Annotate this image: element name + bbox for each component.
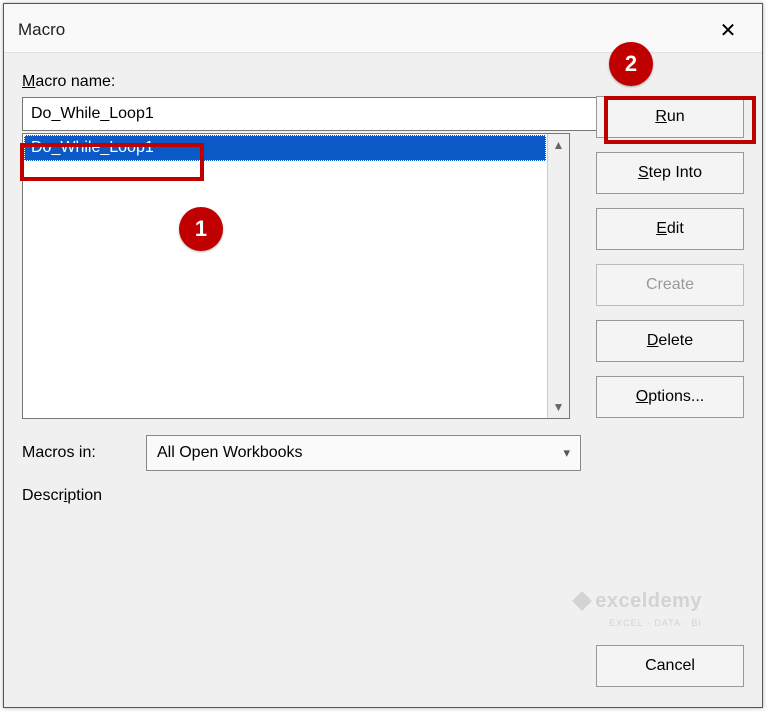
description-row: Description [22,487,744,505]
edit-button[interactable]: Edit [596,208,744,250]
macros-in-combo[interactable]: All Open Workbooks ▾ [146,435,581,471]
macro-list[interactable]: Do_While_Loop1 ▲ ▼ [22,133,570,419]
macros-in-row: MMacros in: All Open Workbooks ▾ [22,435,744,471]
cancel-button[interactable]: Cancel [596,645,744,687]
chevron-down-icon: ▾ [563,445,570,461]
delete-button[interactable]: Delete [596,320,744,362]
scrollbar[interactable]: ▲ ▼ [547,134,569,418]
macro-name-accel: M [22,73,35,90]
titlebar: Macro ✕ [4,4,762,53]
watermark-logo-icon [572,591,592,611]
create-button: Create [596,264,744,306]
dialog-title: Macro [18,20,65,40]
macros-in-value: All Open Workbooks [157,444,303,462]
description-label: Description [22,487,132,505]
list-item[interactable]: Do_While_Loop1 [24,135,546,161]
macros-in-label: MMacros in: [22,444,132,462]
macro-name-label: Macro name: [22,73,744,91]
close-icon[interactable]: ✕ [708,14,748,46]
cancel-wrap: Cancel [596,645,744,687]
scroll-down-icon[interactable]: ▼ [553,396,565,418]
run-button[interactable]: Run [596,96,744,138]
options-button[interactable]: Options... [596,376,744,418]
watermark: exceldemy EXCEL · DATA · BI [575,590,702,629]
side-buttons: Run Step Into Edit Create Delete Options… [596,96,744,418]
scroll-up-icon[interactable]: ▲ [553,134,565,156]
macro-list-inner: Do_While_Loop1 [23,134,547,418]
step-into-button[interactable]: Step Into [596,152,744,194]
macro-dialog: Macro ✕ Macro name: Do_While_Loop1 ▲ ▼ M… [3,3,763,708]
